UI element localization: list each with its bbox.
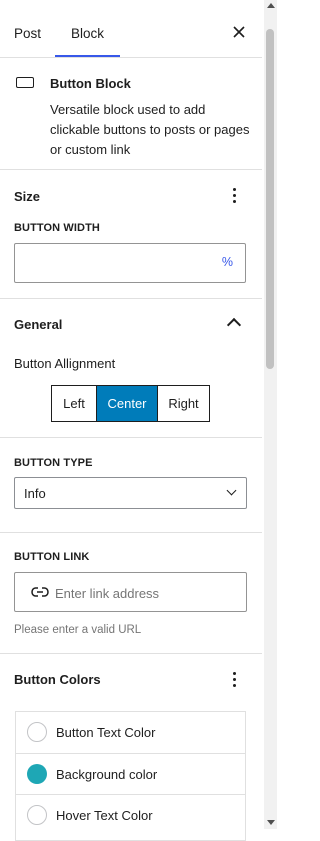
block-description: Versatile block used to add clickable bu… bbox=[50, 102, 250, 157]
colors-panel-title: Button Colors bbox=[14, 672, 101, 687]
color-swatch bbox=[27, 805, 47, 825]
color-settings-list: Button Text Color Background color Hover… bbox=[15, 711, 246, 841]
color-item-background[interactable]: Background color bbox=[16, 753, 245, 795]
color-item-label: Button Text Color bbox=[56, 725, 156, 740]
button-block-icon bbox=[16, 77, 34, 88]
button-link-label: BUTTON LINK bbox=[14, 551, 90, 563]
button-type-label: BUTTON TYPE bbox=[14, 457, 93, 469]
scrollbar-thumb[interactable] bbox=[266, 29, 274, 369]
general-panel-divider bbox=[0, 653, 262, 654]
align-right-button[interactable]: Right bbox=[157, 386, 209, 421]
scroll-down-arrow-icon[interactable] bbox=[267, 820, 275, 825]
button-type-select[interactable]: Info bbox=[14, 477, 247, 509]
alignment-divider bbox=[0, 437, 262, 438]
link-help-text: Please enter a valid URL bbox=[14, 624, 142, 636]
colors-options-icon[interactable] bbox=[225, 669, 245, 689]
size-panel-divider bbox=[0, 298, 262, 299]
tab-post[interactable]: Post bbox=[14, 26, 41, 41]
width-unit-selector[interactable]: % bbox=[222, 255, 233, 269]
color-swatch bbox=[27, 722, 47, 742]
align-left-button[interactable]: Left bbox=[52, 386, 97, 421]
tab-block[interactable]: Block bbox=[71, 26, 104, 41]
align-center-button[interactable]: Center bbox=[97, 386, 157, 421]
type-divider bbox=[0, 532, 262, 533]
header-divider bbox=[0, 57, 262, 58]
link-icon bbox=[31, 587, 49, 597]
chevron-up-icon[interactable] bbox=[226, 317, 242, 333]
chevron-down-icon bbox=[226, 485, 237, 496]
general-panel-title: General bbox=[14, 317, 63, 332]
size-options-icon[interactable] bbox=[225, 185, 245, 205]
alignment-button-group: Left Center Right bbox=[51, 385, 210, 422]
size-panel-title: Size bbox=[14, 189, 41, 204]
color-item-label: Hover Text Color bbox=[56, 808, 153, 823]
color-item-button-text[interactable]: Button Text Color bbox=[16, 712, 245, 753]
close-icon[interactable] bbox=[231, 24, 247, 40]
button-width-input[interactable]: % bbox=[14, 243, 246, 283]
color-swatch bbox=[27, 764, 47, 784]
button-alignment-label: Button Allignment bbox=[14, 356, 116, 371]
block-card-divider bbox=[0, 169, 262, 170]
link-placeholder: Enter link address bbox=[55, 586, 160, 601]
button-type-value: Info bbox=[24, 486, 46, 501]
color-item-hover-text[interactable]: Hover Text Color bbox=[16, 794, 245, 836]
button-width-label: BUTTON WIDTH bbox=[14, 222, 100, 234]
block-title: Button Block bbox=[50, 76, 131, 91]
scroll-up-arrow-icon[interactable] bbox=[267, 3, 275, 8]
color-item-label: Background color bbox=[56, 767, 158, 782]
button-link-input[interactable]: Enter link address bbox=[14, 572, 247, 612]
